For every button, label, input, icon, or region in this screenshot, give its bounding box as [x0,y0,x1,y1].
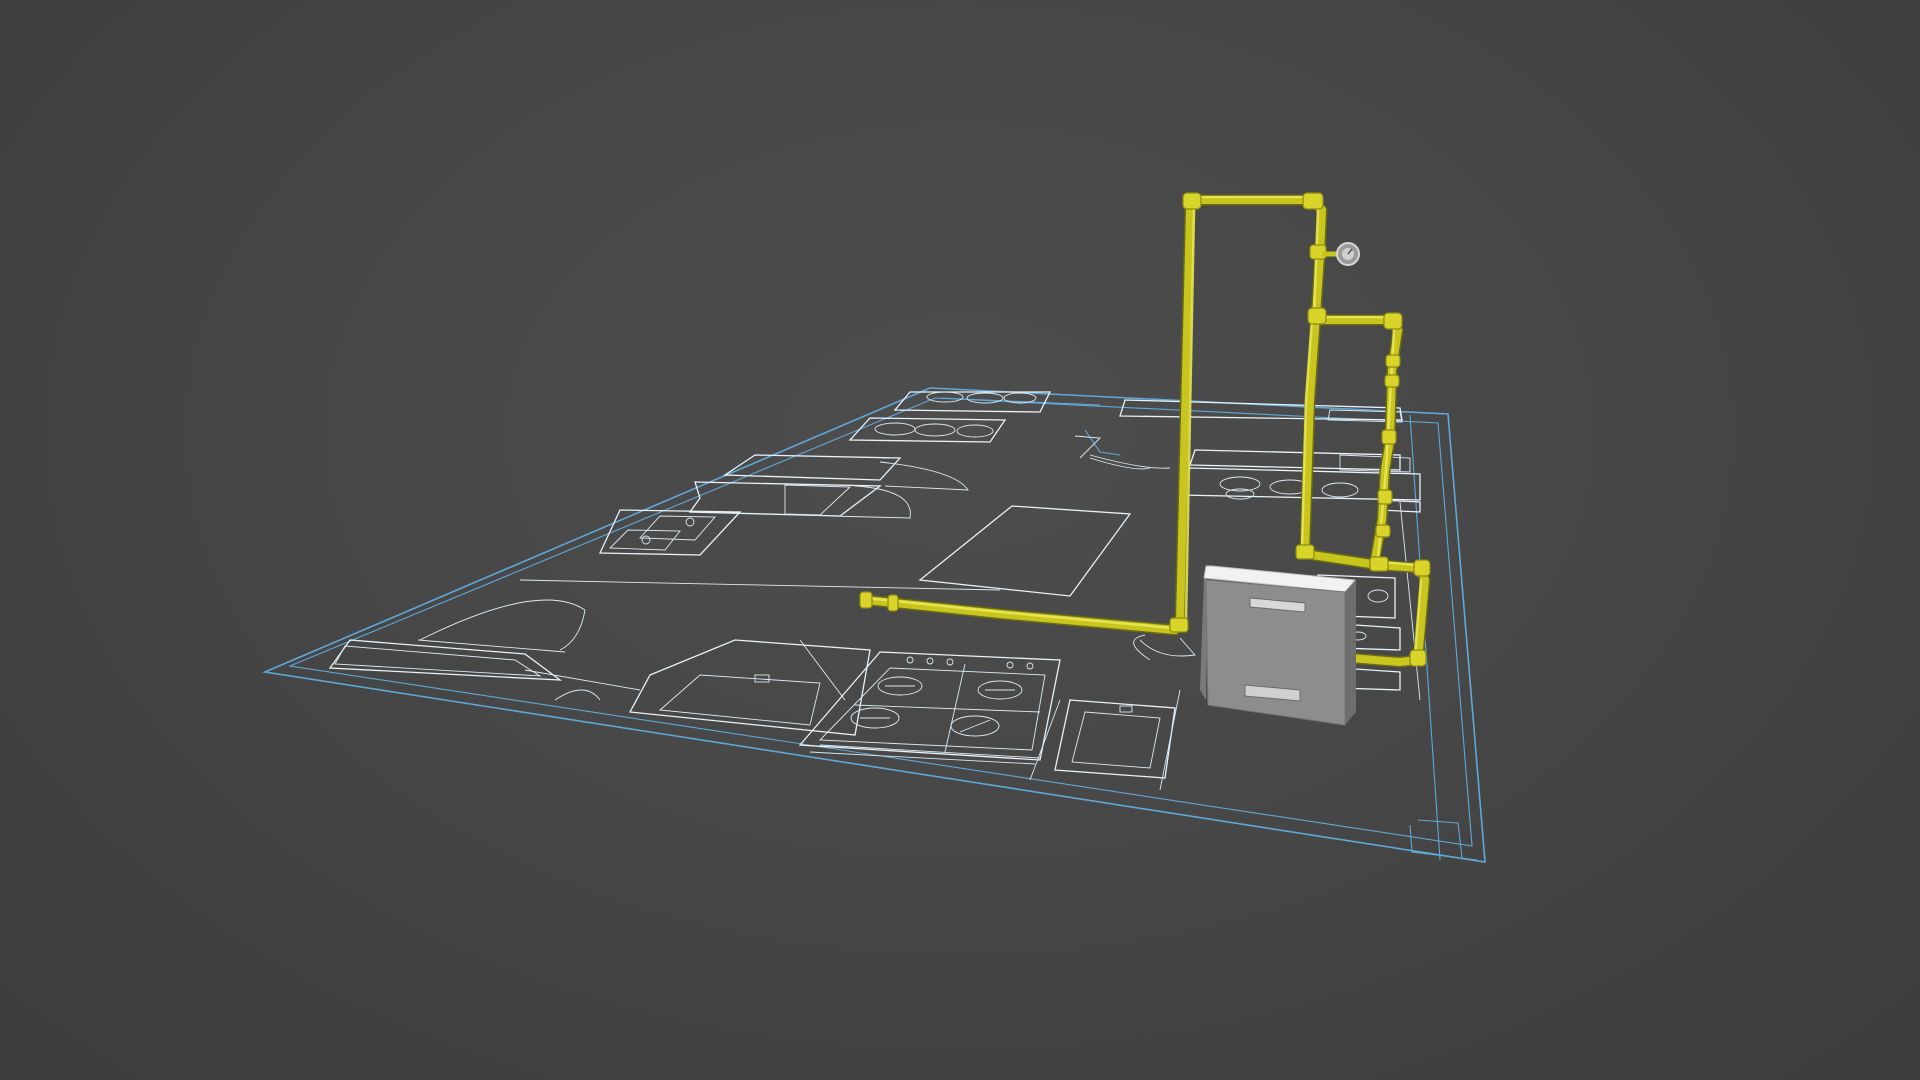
gas-meter-label: GAS [1243,626,1294,655]
3d-viewport[interactable]: GAS [0,0,1920,1080]
left-counter-fixtures [598,435,1151,556]
gas-meter-box[interactable]: GAS [1200,565,1356,726]
pressure-gauge-icon[interactable] [1322,242,1360,266]
lower-left-fixtures [328,599,641,701]
center-prep-table [519,505,1132,597]
front-cooking-line [628,639,1061,765]
floor-plan-scene: GAS [262,192,1486,863]
front-right-fixtures [1029,689,1181,791]
